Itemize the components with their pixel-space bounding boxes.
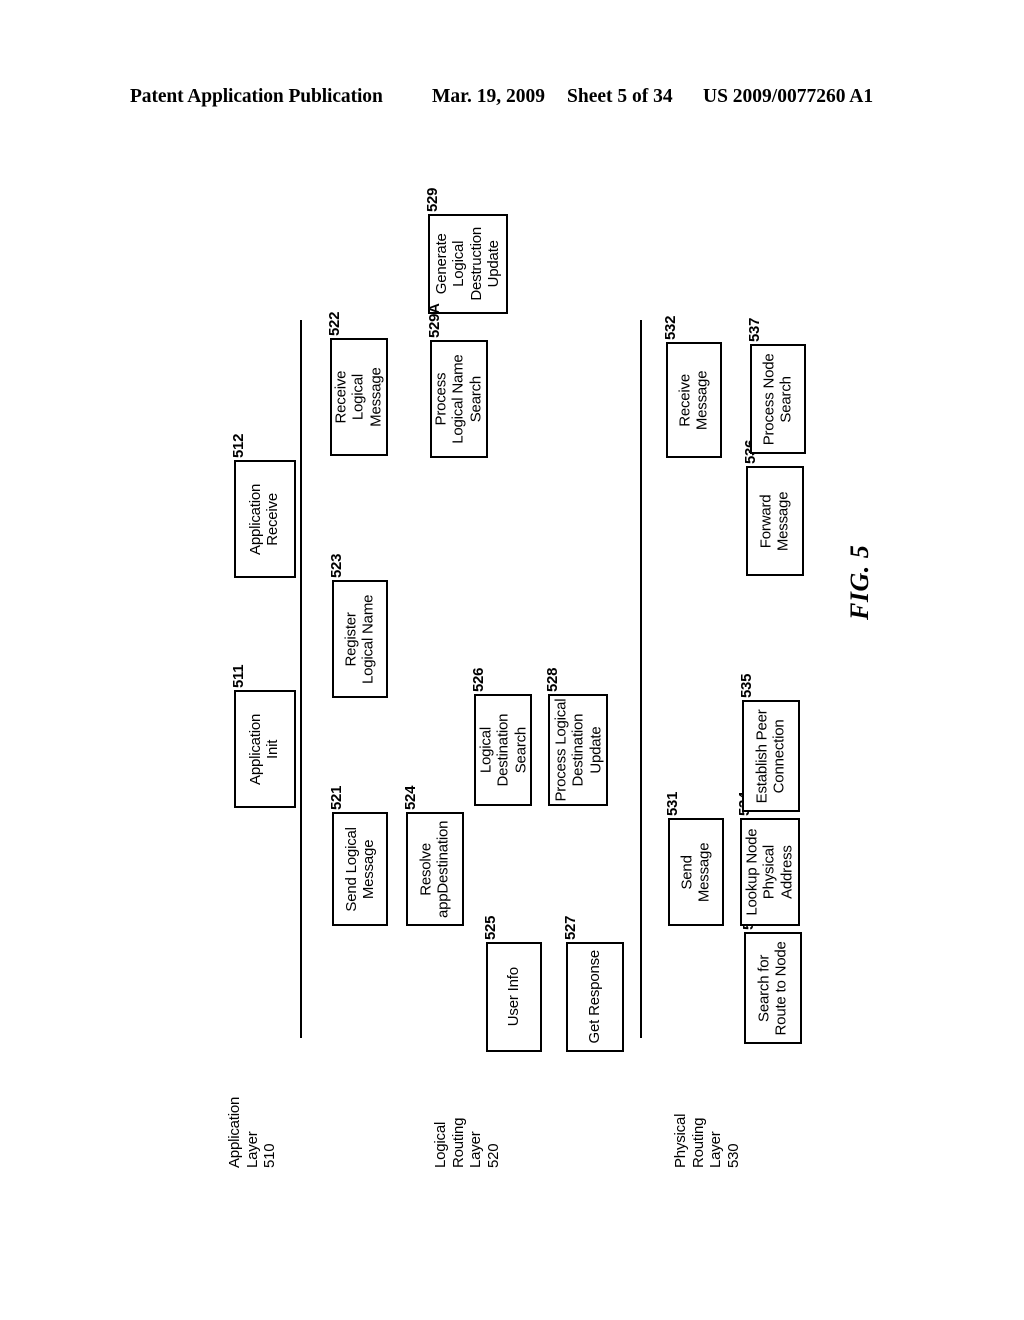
process-box-511[interactable]: Application Init <box>234 690 296 808</box>
process-box-523-label: Register Logical Name <box>342 594 378 684</box>
reference-numeral-511: 511 <box>230 664 247 688</box>
process-box-531-label: Send Message <box>678 842 713 902</box>
reference-numeral-535: 535 <box>738 673 755 698</box>
process-box-529A[interactable]: Process Logical Name Search <box>430 340 488 458</box>
layer-caption-logical-routing-layer: Logical Routing Layer 520 <box>432 1117 503 1168</box>
process-box-521-label: Send Logical Message <box>342 826 377 912</box>
reference-numeral-524: 524 <box>402 785 419 810</box>
reference-numeral-527: 527 <box>562 915 579 940</box>
figure-drawing-sheet: Application Init 511 Application Receive… <box>0 0 1024 1320</box>
reference-numeral-526: 526 <box>470 667 487 692</box>
process-box-534[interactable]: Lookup Node Physical Address <box>740 818 800 926</box>
divider-application-logical <box>300 320 302 1038</box>
process-box-536-label: Forward Message <box>757 491 792 551</box>
process-box-527[interactable]: Get Response <box>566 942 624 1052</box>
process-box-533-label: Search for Route to Node <box>755 940 791 1036</box>
reference-numeral-529: 529 <box>424 187 441 212</box>
process-box-525-label: User Info <box>505 967 523 1027</box>
process-box-527-label: Get Response <box>586 950 604 1044</box>
process-box-522-label: Receive Logical Message <box>332 367 385 427</box>
reference-numeral-529A: 529A <box>426 303 443 338</box>
process-box-535-label: Establish Peer Connection <box>753 709 789 803</box>
process-box-511-label: Application Init <box>247 713 282 785</box>
process-box-522[interactable]: Receive Logical Message <box>330 338 388 456</box>
layer-caption-physical-routing-layer: Physical Routing Layer 530 <box>672 1113 743 1168</box>
reference-numeral-522: 522 <box>326 311 343 336</box>
process-box-531[interactable]: Send Message <box>668 818 724 926</box>
process-box-533[interactable]: Search for Route to Node <box>744 932 802 1044</box>
process-box-524[interactable]: Resolve appDestination <box>406 812 464 926</box>
reference-numeral-532: 532 <box>662 315 679 340</box>
divider-logical-physical <box>640 320 642 1038</box>
process-box-526-label: Logical Destination Search <box>476 713 529 787</box>
figure-caption: FIG. 5 <box>845 544 874 620</box>
reference-numeral-531: 531 <box>664 791 681 816</box>
process-box-536[interactable]: Forward Message <box>746 466 804 576</box>
process-box-523[interactable]: Register Logical Name <box>332 580 388 698</box>
reference-numeral-528: 528 <box>544 667 561 692</box>
layer-caption-application-layer: Application Layer 510 <box>226 1096 279 1168</box>
reference-numeral-537: 537 <box>746 317 763 342</box>
process-box-532[interactable]: Receive Message <box>666 342 722 458</box>
process-box-535[interactable]: Establish Peer Connection <box>742 700 800 812</box>
process-box-529[interactable]: Generate Logical Destruction Update <box>428 214 508 314</box>
process-box-526[interactable]: Logical Destination Search <box>474 694 532 806</box>
process-box-534-label: Lookup Node Physical Address <box>743 828 796 916</box>
reference-numeral-521: 521 <box>328 785 345 810</box>
process-box-529A-label: Process Logical Name Search <box>432 354 485 444</box>
reference-numeral-523: 523 <box>328 553 345 578</box>
reference-numeral-512: 512 <box>230 433 247 458</box>
process-box-537-label: Process Node Search <box>760 353 795 445</box>
process-box-537[interactable]: Process Node Search <box>750 344 806 454</box>
process-box-512[interactable]: Application Receive <box>234 460 296 578</box>
process-box-524-label: Resolve appDestination <box>417 820 452 918</box>
process-box-521[interactable]: Send Logical Message <box>332 812 388 926</box>
process-box-512-label: Application Receive <box>247 483 282 555</box>
process-box-528-label: Process Logical Destination Update <box>551 698 604 802</box>
process-box-529-label: Generate Logical Destruction Update <box>433 227 503 301</box>
process-box-532-label: Receive Message <box>676 370 711 430</box>
reference-numeral-525: 525 <box>482 915 499 940</box>
process-box-528[interactable]: Process Logical Destination Update <box>548 694 608 806</box>
process-box-525[interactable]: User Info <box>486 942 542 1052</box>
